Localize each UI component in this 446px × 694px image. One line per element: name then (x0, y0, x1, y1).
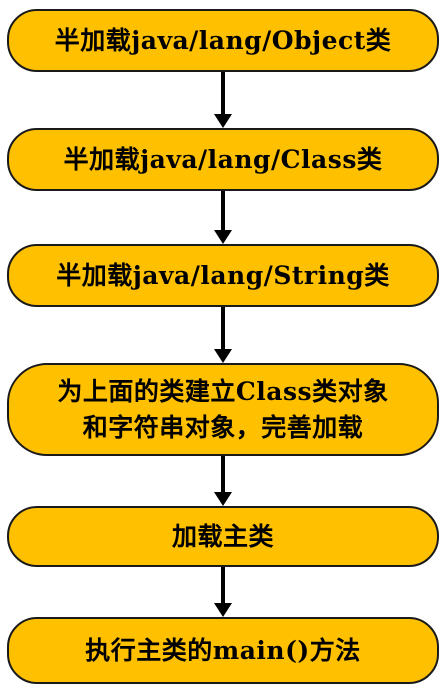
arrow-down-icon (214, 567, 232, 617)
step-create-class-objects: 为上面的类建立Class类对象 和字符串对象，完善加载 (7, 363, 439, 456)
arrow-down-icon (214, 456, 232, 506)
flowchart: 半加载java/lang/Object类 半加载java/lang/Class类… (0, 0, 446, 694)
step-label: 执行主类的main()方法 (85, 635, 361, 665)
step-label: 半加载java/lang/Class类 (63, 144, 383, 174)
step-load-object: 半加载java/lang/Object类 (7, 9, 439, 72)
step-label: 半加载java/lang/String类 (56, 260, 390, 290)
arrow-down-icon (214, 72, 232, 128)
step-load-class: 半加载java/lang/Class类 (7, 128, 439, 191)
step-run-main: 执行主类的main()方法 (7, 617, 439, 684)
step-label: 为上面的类建立Class类对象 和字符串对象，完善加载 (57, 376, 389, 442)
step-label: 半加载java/lang/Object类 (54, 25, 392, 55)
arrow-down-icon (214, 191, 232, 244)
step-load-string: 半加载java/lang/String类 (7, 244, 439, 307)
arrow-down-icon (214, 307, 232, 363)
step-label: 加载主类 (171, 521, 274, 551)
step-load-main-class: 加载主类 (7, 506, 439, 567)
